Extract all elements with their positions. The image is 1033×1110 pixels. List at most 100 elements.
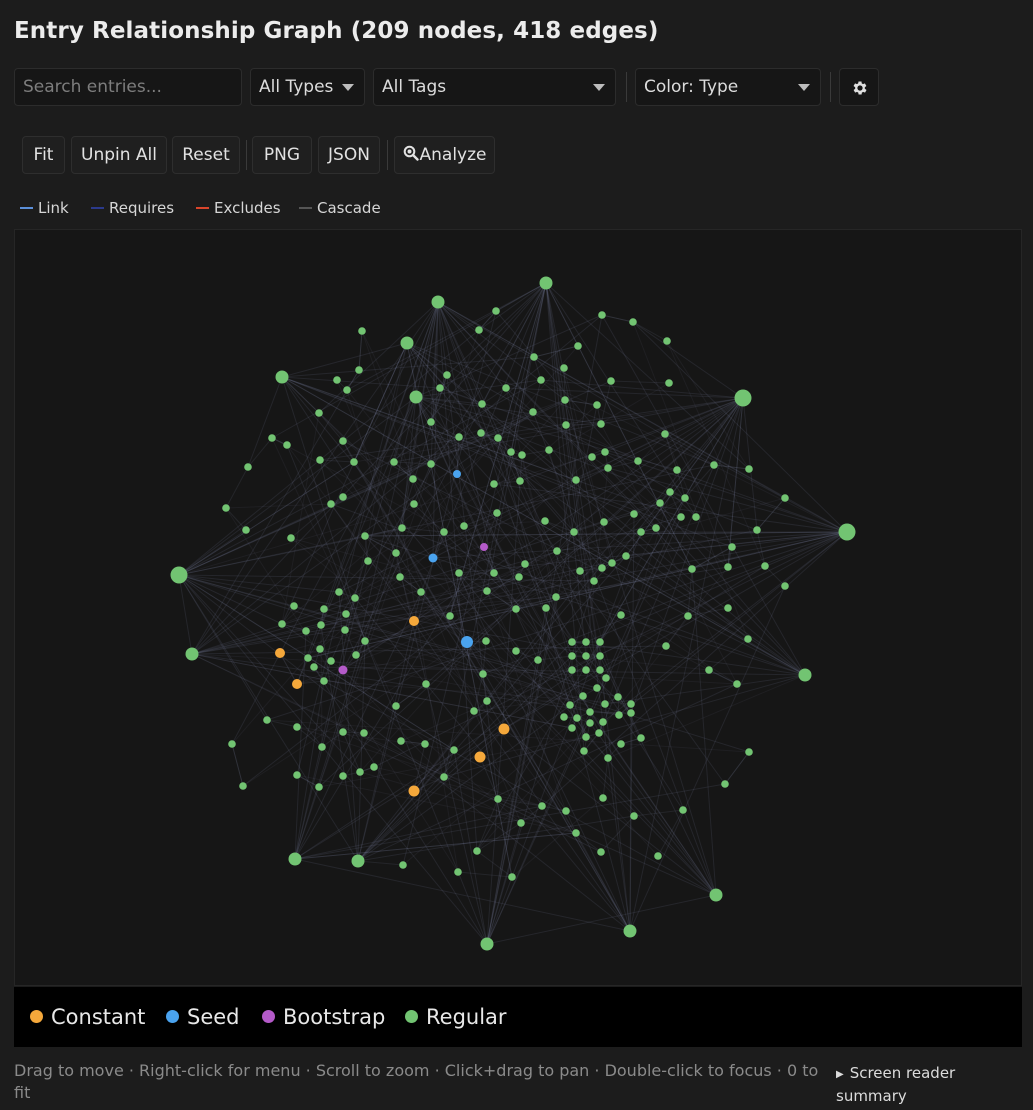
regular-node[interactable] xyxy=(409,475,417,483)
regular-node[interactable] xyxy=(339,728,347,736)
regular-node[interactable] xyxy=(560,713,568,721)
regular-node[interactable] xyxy=(318,743,326,751)
regular-node[interactable] xyxy=(392,702,400,710)
regular-node[interactable] xyxy=(478,400,486,408)
bootstrap-node[interactable] xyxy=(480,543,488,551)
regular-node[interactable] xyxy=(590,577,598,585)
constant-node[interactable] xyxy=(275,648,285,658)
regular-node[interactable] xyxy=(310,663,318,671)
constant-node[interactable] xyxy=(408,785,420,797)
regular-node[interactable] xyxy=(745,465,753,473)
regular-node[interactable] xyxy=(364,557,372,565)
regular-node[interactable] xyxy=(597,420,605,428)
regular-node[interactable] xyxy=(293,723,301,731)
regular-node[interactable] xyxy=(652,524,660,532)
seed-node[interactable] xyxy=(428,553,438,563)
regular-node[interactable] xyxy=(607,377,615,385)
regular-node[interactable] xyxy=(490,480,498,488)
regular-node[interactable] xyxy=(538,802,546,810)
regular-node[interactable] xyxy=(529,408,537,416)
regular-node[interactable] xyxy=(287,534,295,542)
regular-node[interactable] xyxy=(399,861,407,869)
regular-node[interactable] xyxy=(427,460,435,468)
regular-node[interactable] xyxy=(580,747,588,755)
regular-node[interactable] xyxy=(622,552,630,560)
regular-node[interactable] xyxy=(242,526,250,534)
search-input[interactable]: Search entries... xyxy=(14,68,242,106)
regular-node[interactable] xyxy=(666,488,674,496)
export-json-button[interactable]: JSON xyxy=(318,136,380,174)
regular-node[interactable] xyxy=(663,337,671,345)
regular-node[interactable] xyxy=(450,746,458,754)
reset-button[interactable]: Reset xyxy=(172,136,240,174)
regular-node[interactable] xyxy=(263,716,271,724)
regular-node[interactable] xyxy=(608,559,616,567)
regular-node[interactable] xyxy=(327,657,335,665)
regular-node[interactable] xyxy=(681,494,689,502)
regular-node[interactable] xyxy=(268,434,276,442)
regular-node[interactable] xyxy=(604,754,612,762)
regular-node[interactable] xyxy=(493,509,501,517)
regular-node[interactable] xyxy=(390,458,398,466)
regular-node[interactable] xyxy=(576,567,584,575)
regular-node[interactable] xyxy=(595,729,603,737)
graph-svg[interactable] xyxy=(15,230,1022,986)
regular-node[interactable] xyxy=(477,429,485,437)
bootstrap-node[interactable] xyxy=(338,665,348,675)
regular-node[interactable] xyxy=(358,327,366,335)
regular-node[interactable] xyxy=(333,376,341,384)
regular-node[interactable] xyxy=(512,605,520,613)
regular-node[interactable] xyxy=(327,500,335,508)
regular-node[interactable] xyxy=(710,461,718,469)
regular-node[interactable] xyxy=(582,652,590,660)
regular-node[interactable] xyxy=(396,573,404,581)
regular-node[interactable] xyxy=(761,562,769,570)
regular-node[interactable] xyxy=(480,937,494,951)
regular-node[interactable] xyxy=(673,466,681,474)
regular-node[interactable] xyxy=(596,638,604,646)
regular-node[interactable] xyxy=(304,654,312,662)
regular-node[interactable] xyxy=(534,656,542,664)
regular-node[interactable] xyxy=(360,729,368,737)
regular-node[interactable] xyxy=(351,854,365,868)
regular-node[interactable] xyxy=(734,389,752,407)
regular-node[interactable] xyxy=(417,588,425,596)
regular-node[interactable] xyxy=(541,517,549,525)
regular-node[interactable] xyxy=(568,638,576,646)
regular-node[interactable] xyxy=(728,543,736,551)
regular-node[interactable] xyxy=(361,532,369,540)
regular-node[interactable] xyxy=(627,709,635,717)
graph-canvas[interactable] xyxy=(14,229,1022,986)
screen-reader-summary-toggle[interactable]: ▶ Screen reader summary xyxy=(836,1063,1026,1107)
seed-node[interactable] xyxy=(461,636,473,648)
regular-node[interactable] xyxy=(568,724,576,732)
regular-node[interactable] xyxy=(566,701,574,709)
regular-node[interactable] xyxy=(582,638,590,646)
regular-node[interactable] xyxy=(342,610,350,618)
regular-node[interactable] xyxy=(615,711,623,719)
regular-node[interactable] xyxy=(568,666,576,674)
regular-node[interactable] xyxy=(317,621,325,629)
regular-node[interactable] xyxy=(542,604,550,612)
regular-node[interactable] xyxy=(573,714,581,722)
regular-node[interactable] xyxy=(662,642,670,650)
regular-node[interactable] xyxy=(507,448,515,456)
regular-node[interactable] xyxy=(370,763,378,771)
regular-node[interactable] xyxy=(574,342,582,350)
regular-node[interactable] xyxy=(431,295,445,309)
regular-node[interactable] xyxy=(721,780,729,788)
regular-node[interactable] xyxy=(530,353,538,361)
analyze-button[interactable]: Analyze xyxy=(394,136,495,174)
regular-node[interactable] xyxy=(665,379,673,387)
regular-node[interactable] xyxy=(598,311,606,319)
regular-node[interactable] xyxy=(315,409,323,417)
regular-node[interactable] xyxy=(582,666,590,674)
settings-button[interactable] xyxy=(839,68,879,106)
regular-node[interactable] xyxy=(315,783,323,791)
regular-node[interactable] xyxy=(656,499,664,507)
regular-node[interactable] xyxy=(679,806,687,814)
regular-node[interactable] xyxy=(724,563,732,571)
regular-node[interactable] xyxy=(343,386,351,394)
color-mode-select[interactable]: Color: Type xyxy=(635,68,821,106)
regular-node[interactable] xyxy=(753,526,761,534)
